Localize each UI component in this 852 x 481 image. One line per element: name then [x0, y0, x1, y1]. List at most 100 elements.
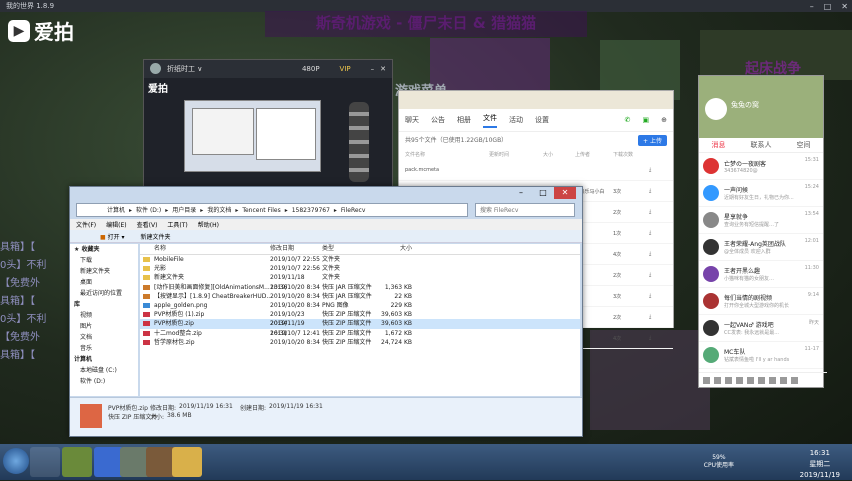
- tab-notice[interactable]: 公告: [431, 115, 445, 125]
- file-name-text[interactable]: PVP材质包 (1).zip: [154, 311, 204, 318]
- file-row[interactable]: 新建文件夹 2019/11/18 13:36 文件夹: [140, 273, 580, 291]
- file-name-text[interactable]: [动作旧美和画面修复][OldAnimationsM...: [154, 284, 270, 291]
- download-icon[interactable]: ⤓: [649, 230, 651, 236]
- col-type[interactable]: 类型: [322, 244, 374, 254]
- breadcrumb-item[interactable]: 我的文档: [207, 204, 231, 216]
- maximize-button[interactable]: □: [824, 1, 832, 13]
- file-row[interactable]: 【按键显示】[1.8.9] CheatBreakerHUD... 2019/10/…: [140, 292, 580, 301]
- tab-qzone[interactable]: 空间: [797, 140, 811, 150]
- phone-title[interactable]: 折纸时工 ∨: [167, 64, 202, 74]
- menu-edit[interactable]: 编辑(E): [106, 220, 126, 229]
- clock[interactable]: 16:31 星期二 2019/11/19: [800, 448, 840, 481]
- nav-favorites-label[interactable]: 收藏夹: [81, 246, 99, 253]
- mail-icon[interactable]: [736, 376, 743, 384]
- tab-activity[interactable]: 活动: [509, 115, 523, 125]
- add-member-icon[interactable]: ⊕: [661, 116, 667, 124]
- group-file-row[interactable]: pack.mcmeta ⤓: [399, 160, 673, 181]
- tab-chat[interactable]: 聊天: [405, 115, 419, 125]
- file-name-text[interactable]: 十二mod整合.zip: [154, 330, 202, 337]
- col-size[interactable]: 大小: [374, 244, 412, 254]
- file-name[interactable]: PVP材质包 (1).zip: [140, 310, 270, 319]
- breadcrumb-item[interactable]: 软件 (D:): [136, 204, 161, 216]
- conversation-item[interactable]: 王者开黑么趣 小猫咪有猫的女朋友… 11:30: [699, 261, 823, 288]
- conversation-item[interactable]: 一声问候 近期有好友生日，礼物已为你... 15:24: [699, 180, 823, 207]
- file-row[interactable]: PVP材质包 (1).zip 2019/10/23 20:34 快压 ZIP 压缩文…: [140, 310, 580, 327]
- app-icon[interactable]: [780, 376, 787, 384]
- nav-item-pictures[interactable]: 图片: [70, 321, 138, 332]
- ie-icon[interactable]: [30, 447, 60, 477]
- upload-button[interactable]: + 上传: [638, 135, 667, 146]
- phone-call-icon[interactable]: ✆: [625, 116, 631, 124]
- tab-files[interactable]: 文件: [483, 113, 497, 128]
- new-folder-button[interactable]: 新建文件夹: [141, 232, 171, 241]
- col-filename[interactable]: 文件名称: [405, 151, 489, 158]
- nav-computer[interactable]: 计算机: [70, 354, 138, 365]
- download-icon[interactable]: ⤓: [649, 272, 651, 278]
- file-row[interactable]: [动作旧美和画面修复][OldAnimationsM... 2019/10/20 …: [140, 283, 580, 292]
- file-name[interactable]: 【按键显示】[1.8.9] CheatBreakerHUD...: [140, 292, 270, 301]
- tab-album[interactable]: 相册: [457, 115, 471, 125]
- file-explorer-window[interactable]: – □ ✕ 计算机 ▸ 软件 (D:) ▸ 用户目录 ▸ 我的文档 ▸ Tencent …: [69, 186, 583, 437]
- open-button[interactable]: ■ 打开 ▾: [100, 232, 125, 241]
- file-name-text[interactable]: 哲学原材包.zip: [154, 339, 195, 346]
- menu-file[interactable]: 文件(F): [76, 220, 96, 229]
- menu-tools[interactable]: 工具(T): [167, 220, 187, 229]
- nav-item-drive-d[interactable]: 软件 (D:): [70, 376, 138, 387]
- nav-item-desktop[interactable]: 桌面: [70, 277, 138, 288]
- group-file-name[interactable]: pack.mcmeta: [405, 167, 489, 173]
- settings-icon[interactable]: [714, 376, 721, 384]
- file-row[interactable]: 光影 2019/10/7 22:56 文件夹: [140, 264, 580, 273]
- download-icon[interactable]: ⤓: [649, 167, 651, 173]
- upload-button-label[interactable]: 上传: [650, 138, 662, 145]
- nav-library[interactable]: 库: [70, 299, 138, 310]
- conversation-item[interactable]: 亡梦の一夜剧客 343674820@ 15:31: [699, 153, 823, 180]
- tab-messages[interactable]: 消息: [712, 140, 726, 150]
- file-row[interactable]: MobileFile 2019/10/7 22:55 文件夹: [140, 255, 580, 264]
- conversation-item[interactable]: 星享就争 查询业务有短信提醒…了 13:54: [699, 207, 823, 234]
- nav-item-recent[interactable]: 最近访问的位置: [70, 288, 138, 299]
- app-icon[interactable]: [791, 376, 798, 384]
- file-name-text[interactable]: 【按键显示】[1.8.9] CheatBreakerHUD...: [154, 293, 270, 300]
- menu-help[interactable]: 帮助(H): [198, 220, 219, 229]
- file-name-text[interactable]: apple_golden.png: [154, 302, 207, 309]
- file-name-text[interactable]: PVP材质包.zip: [154, 320, 194, 327]
- nav-item-music[interactable]: 音乐: [70, 343, 138, 354]
- file-name-text[interactable]: 光影: [154, 265, 166, 272]
- phone-close-icon[interactable]: ✕: [380, 65, 386, 73]
- tab-contacts[interactable]: 联系人: [751, 140, 772, 150]
- download-icon[interactable]: ⤓: [649, 209, 651, 215]
- download-icon[interactable]: ⤓: [649, 188, 651, 194]
- file-row[interactable]: PVP材质包.zip 2019/11/19 16:31 快压 ZIP 压缩文件 39,…: [140, 319, 580, 337]
- breadcrumb-item[interactable]: 计算机: [107, 204, 125, 216]
- nav-item-new-folder[interactable]: 新建文件夹: [70, 266, 138, 277]
- conversation-item[interactable]: 每们当情的剧视频 打开你全城大型游戏你的机长 9:14: [699, 288, 823, 315]
- col-downloads[interactable]: 下载次数: [613, 151, 633, 158]
- file-name[interactable]: [动作旧美和画面修复][OldAnimationsM...: [140, 283, 270, 292]
- col-updated[interactable]: 更新时间: [489, 151, 543, 158]
- avatar[interactable]: [705, 98, 727, 120]
- breadcrumb-item[interactable]: 1582379767: [292, 204, 330, 216]
- menu-view[interactable]: 查看(V): [137, 220, 158, 229]
- col-uploader[interactable]: 上传者: [575, 151, 613, 158]
- download-icon[interactable]: ⤓: [649, 251, 651, 257]
- start-button[interactable]: [3, 448, 29, 474]
- file-name[interactable]: apple_golden.png: [140, 301, 270, 310]
- quality-selector[interactable]: 480P: [302, 65, 320, 73]
- download-icon[interactable]: ⤓: [649, 335, 651, 341]
- col-date[interactable]: 修改日期: [270, 244, 322, 254]
- file-name[interactable]: 新建文件夹: [140, 273, 270, 282]
- tab-settings[interactable]: 设置: [535, 115, 549, 125]
- folder-icon[interactable]: [172, 447, 202, 477]
- phone-mirror-window[interactable]: 折纸时工 ∨ 480P VIP – ✕ 爱拍: [143, 59, 393, 191]
- phone-minimize-icon[interactable]: –: [371, 65, 375, 73]
- breadcrumb-item[interactable]: Tencent Files: [242, 204, 280, 216]
- file-name[interactable]: 十二mod整合.zip: [140, 329, 270, 338]
- file-name[interactable]: 哲学原材包.zip: [140, 338, 270, 347]
- close-button[interactable]: ✕: [841, 1, 848, 13]
- col-name[interactable]: 名称: [140, 244, 270, 254]
- vip-badge[interactable]: VIP: [340, 65, 351, 73]
- minimize-button[interactable]: –: [810, 1, 814, 13]
- file-name[interactable]: MobileFile: [140, 255, 270, 264]
- explorer-maximize-button[interactable]: □: [532, 187, 554, 199]
- breadcrumb-item[interactable]: FileRecv: [341, 204, 365, 216]
